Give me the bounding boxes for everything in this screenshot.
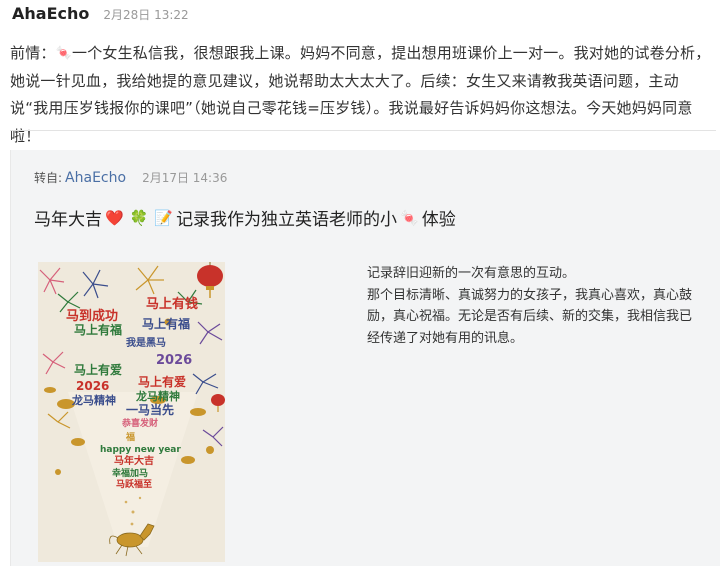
title-part3: 体验 <box>421 210 456 230</box>
repost-author-link[interactable]: AhaEcho <box>65 170 126 186</box>
post-text-part1: 前情： <box>10 44 56 62</box>
candy-icon: 🍬 <box>55 46 72 61</box>
poster-phrase: 马上有爱 <box>138 374 186 389</box>
candy-icon: 🍬 <box>400 208 419 227</box>
repost-card: 转自: AhaEcho 2月17日 14:36 马年大吉 ❤️ 🍀 📝 记录我作… <box>10 150 720 566</box>
poster-phrase: happy new year <box>100 445 181 455</box>
poster-phrase: 龙马精神 <box>71 393 116 407</box>
heart-icon: ❤️ <box>105 208 124 227</box>
repost-body-text: 记录辞旧迎新的一次有意思的互动。 那个目标清晰、真诚努力的女孩子，我真心喜欢，真… <box>367 263 697 349</box>
poster-phrase: 我是黑马 <box>126 336 166 349</box>
poster-phrase: 龙马精神 <box>135 389 180 403</box>
post-body-text: 前情：🍬一个女生私信我，很想跟我上课。妈妈不同意，提出想用班课价上一对一。我对她… <box>10 40 716 150</box>
poster-phrase: 马上有钱 <box>146 296 198 312</box>
cover-image[interactable]: 马到成功 马上有钱 马上有福 马上有福 我是黑马 2026 马上有爱 马上有爱 … <box>38 262 225 562</box>
clover-icon: 🍀 <box>129 208 149 227</box>
repost-meta: 转自: AhaEcho 2月17日 14:36 <box>34 169 227 186</box>
poster-phrase: 恭喜发财 <box>121 417 158 429</box>
poster-phrase: 马到成功 <box>66 308 118 324</box>
poster-phrase: 2026 <box>156 353 192 368</box>
poster-phrase: 福 <box>125 431 135 443</box>
post-author-name[interactable]: AhaEcho <box>12 4 89 23</box>
post-timestamp[interactable]: 2月28日 13:22 <box>103 6 188 23</box>
repost-timestamp[interactable]: 2月17日 14:36 <box>142 169 227 186</box>
post-divider <box>10 130 716 131</box>
repost-prefix: 转自: <box>34 171 63 185</box>
new-year-poster-art: 马到成功 马上有钱 马上有福 马上有福 我是黑马 2026 马上有爱 马上有爱 … <box>38 262 225 562</box>
poster-phrase: 马年大吉 <box>114 454 154 467</box>
poster-phrase: 马跃福至 <box>116 478 152 490</box>
repost-body-line: 那个目标清晰、真诚努力的女孩子，我真心喜欢，真心鼓励，真心祝福。无论是否有后续、… <box>367 287 693 346</box>
memo-icon: 📝 <box>154 208 174 227</box>
poster-phrase: 马上有福 <box>142 316 190 331</box>
poster-phrase: 幸福加马 <box>112 467 148 479</box>
repost-title[interactable]: 马年大吉 ❤️ 🍀 📝 记录我作为独立英语老师的小 🍬 体验 <box>34 205 456 231</box>
post-header: AhaEcho 2月28日 13:22 <box>12 4 189 26</box>
poster-phrase: 马上有福 <box>74 322 122 337</box>
poster-phrase: 2026 <box>76 379 109 393</box>
poster-phrase: 一马当先 <box>126 402 174 417</box>
poster-phrase: 马上有爱 <box>74 362 122 377</box>
title-part1: 马年大吉 <box>34 210 102 230</box>
repost-body-line: 记录辞旧迎新的一次有意思的互动。 <box>367 266 576 281</box>
title-part2: 记录我作为独立英语老师的小 <box>176 210 398 230</box>
